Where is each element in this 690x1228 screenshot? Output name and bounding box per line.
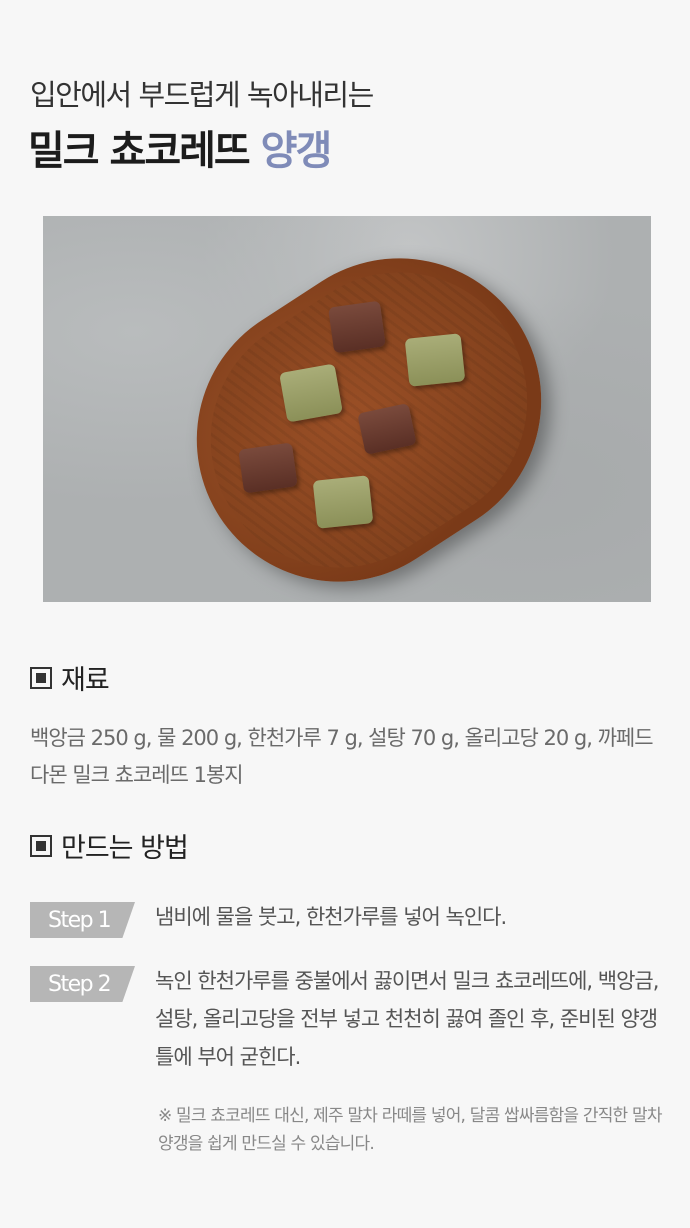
title-accent: 양갱 (260, 128, 333, 174)
product-photo (43, 216, 651, 602)
ingredients-title: 재료 (61, 665, 110, 696)
ingredients-heading: 재료 (30, 658, 110, 697)
subtitle: 입안에서 부드럽게 녹아내리는 (30, 78, 374, 112)
matcha-yanggaeng-piece (404, 333, 466, 387)
matcha-yanggaeng-piece (312, 475, 374, 529)
step-1-text: 냄비에 물을 붓고, 한천가루를 넣어 녹인다. (155, 905, 507, 929)
method-title: 만드는 방법 (61, 833, 189, 864)
step-1-badge: Step 1 (30, 902, 135, 938)
matcha-yanggaeng-piece (279, 363, 343, 423)
title-main: 밀크 쵸코레뜨 (28, 128, 251, 174)
ingredients-list: 백앙금 250 g, 물 200 g, 한천가루 7 g, 설탕 70 g, 올… (30, 726, 654, 787)
step-2-text: 녹인 한천가루를 중불에서 끓이면서 밀크 쵸코레뜨에, 백앙금, 설탕, 올리… (155, 969, 659, 1069)
square-bullet-icon (30, 666, 52, 689)
square-bullet-icon (30, 834, 52, 857)
tip-note: ※ 밀크 쵸코레뜨 대신, 제주 말차 라떼를 넣어, 달콤 쌉싸름함을 간직한… (158, 1106, 662, 1154)
step-2-badge: Step 2 (30, 966, 135, 1002)
wooden-tray (142, 216, 596, 602)
choco-yanggaeng-piece (328, 300, 386, 354)
page-title: 밀크 쵸코레뜨 양갱 (28, 118, 333, 176)
method-heading: 만드는 방법 (30, 826, 189, 865)
choco-yanggaeng-piece (238, 442, 298, 494)
